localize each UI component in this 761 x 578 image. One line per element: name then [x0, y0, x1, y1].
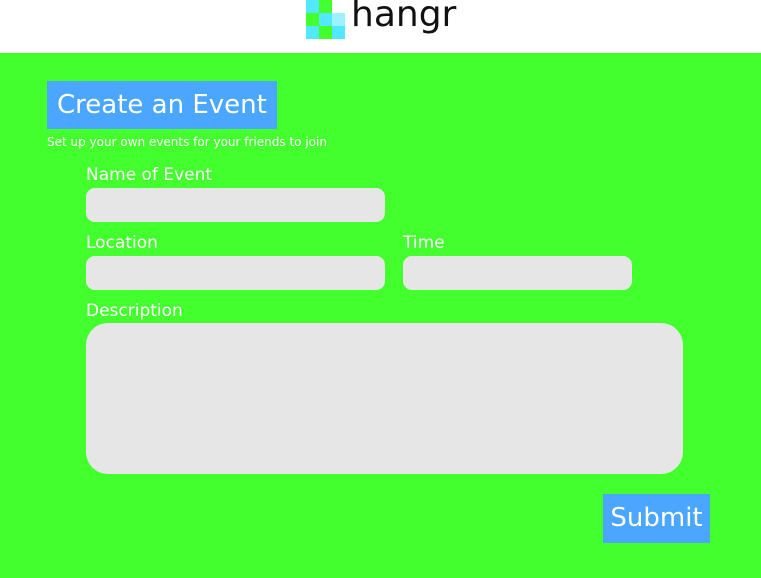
time-label: Time	[403, 233, 445, 253]
checker-logo-icon	[306, 0, 346, 39]
description-label: Description	[86, 301, 183, 321]
header-bar: hangr	[0, 0, 761, 53]
page-title: Create an Event	[47, 81, 277, 129]
event-name-label: Name of Event	[86, 165, 213, 185]
create-event-panel: Create an Event Set up your own events f…	[0, 53, 761, 578]
event-name-input[interactable]	[86, 188, 385, 222]
location-input[interactable]	[86, 256, 385, 290]
location-label: Location	[86, 233, 158, 253]
logo-text: hangr	[351, 0, 457, 35]
app-logo[interactable]: hangr	[306, 0, 456, 40]
time-input[interactable]	[403, 256, 632, 290]
description-textarea[interactable]	[86, 323, 683, 474]
page-subtitle: Set up your own events for your friends …	[47, 135, 327, 149]
submit-button[interactable]: Submit	[603, 494, 710, 543]
